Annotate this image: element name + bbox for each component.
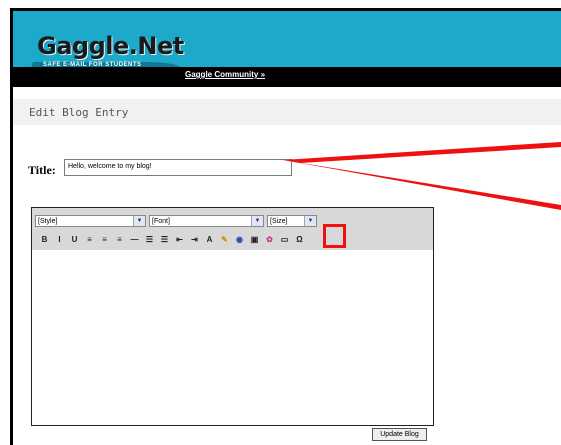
callout-arrow-lower — [283, 160, 561, 210]
callout-arrow-upper — [283, 142, 561, 163]
annotation-callout — [283, 142, 561, 210]
